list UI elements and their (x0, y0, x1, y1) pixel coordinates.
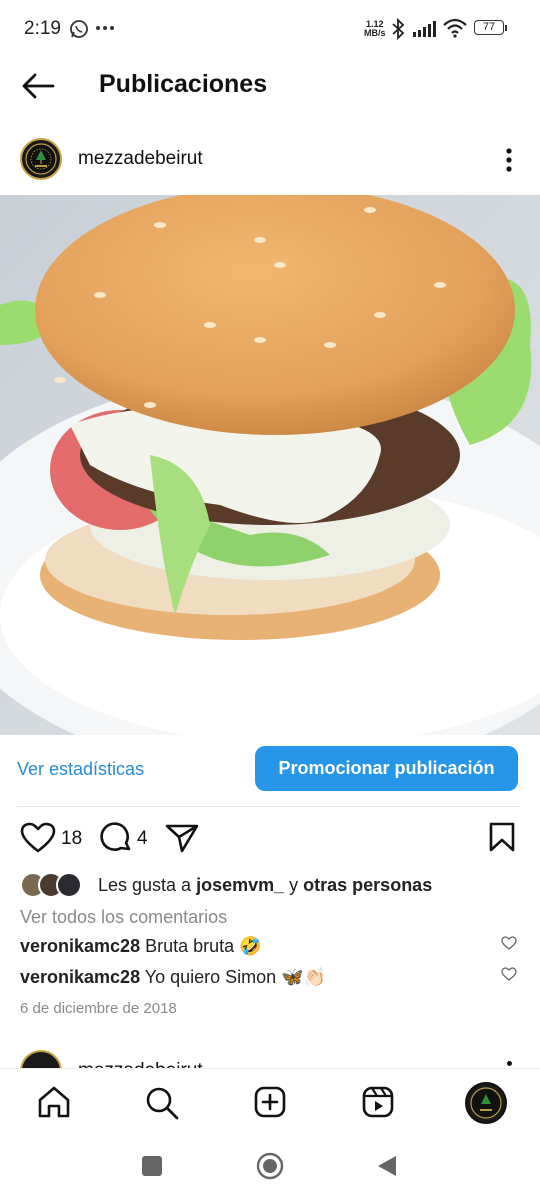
net-speed-unit: MB/s (364, 28, 386, 38)
reels-icon[interactable] (362, 1086, 394, 1118)
comment-icon[interactable] (99, 821, 133, 855)
view-all-comments-link[interactable]: Ver todos los comentarios (20, 907, 227, 928)
comment-username[interactable]: veronikamc28 (20, 967, 140, 987)
comment-text: Bruta bruta 🤣 (140, 936, 262, 956)
next-post-options-icon[interactable] (507, 1061, 512, 1066)
liker-username[interactable]: josemvm_ (196, 875, 284, 895)
status-time: 2:19 (24, 18, 61, 39)
heart-icon[interactable] (20, 822, 56, 854)
back-triangle-icon[interactable] (376, 1154, 398, 1178)
recents-square-icon[interactable] (142, 1156, 162, 1176)
comment-row: veronikamc28 Bruta bruta 🤣 (20, 936, 262, 957)
comment-like-heart-icon[interactable] (501, 936, 517, 950)
profile-avatar[interactable] (465, 1082, 507, 1124)
hamburger-illustration (0, 195, 540, 735)
divider (17, 806, 520, 807)
comments-count[interactable]: 4 (137, 828, 148, 850)
next-post-avatar-circle (20, 1050, 62, 1068)
insights-link[interactable]: Ver estadísticas (17, 759, 144, 780)
comment-row: veronikamc28 Yo quiero Simon 🦋👏🏻 (20, 967, 326, 988)
more-vertical-icon[interactable] (502, 146, 516, 174)
back-arrow-icon[interactable] (20, 71, 56, 101)
hamburger-photo[interactable] (0, 195, 540, 735)
signal-icon (413, 21, 436, 37)
more-dots-icon (96, 26, 114, 30)
liked-by-avatars[interactable] (20, 872, 98, 898)
wifi-icon (443, 18, 467, 38)
likes-mid: y (284, 875, 304, 895)
net-speed: 1.12 MB/s (364, 20, 386, 38)
bluetooth-icon (392, 18, 405, 40)
likes-count[interactable]: 18 (61, 828, 82, 850)
battery-icon: 77 (474, 20, 504, 35)
battery-level: 77 (482, 21, 496, 33)
comment-text: Yo quiero Simon 🦋👏🏻 (140, 967, 327, 987)
next-post-avatar[interactable] (20, 1050, 62, 1068)
liker-avatar (56, 872, 82, 898)
liked-by-text[interactable]: Les gusta a josemvm_ y otras personas (98, 875, 432, 896)
create-icon[interactable] (254, 1086, 286, 1118)
battery-tip (505, 25, 507, 31)
promote-button[interactable]: Promocionar publicación (255, 746, 518, 791)
post-avatar[interactable] (20, 138, 62, 180)
home-circle-icon[interactable] (256, 1152, 284, 1180)
page-title: Publicaciones (99, 70, 268, 98)
likes-prefix: Les gusta a (98, 875, 197, 895)
share-icon[interactable] (165, 823, 199, 853)
likes-others[interactable]: otras personas (303, 875, 432, 895)
whatsapp-icon (70, 20, 88, 38)
post-username[interactable]: mezzadebeirut (78, 148, 203, 170)
post-date: 6 de diciembre de 2018 (20, 1000, 177, 1017)
comment-like-heart-icon[interactable] (501, 967, 517, 981)
bookmark-icon[interactable] (489, 822, 515, 852)
search-icon[interactable] (145, 1086, 179, 1120)
comment-username[interactable]: veronikamc28 (20, 936, 140, 956)
restaurant-logo (470, 1087, 502, 1119)
top-bar (0, 58, 540, 116)
restaurant-logo (25, 143, 57, 175)
home-icon[interactable] (37, 1086, 71, 1118)
